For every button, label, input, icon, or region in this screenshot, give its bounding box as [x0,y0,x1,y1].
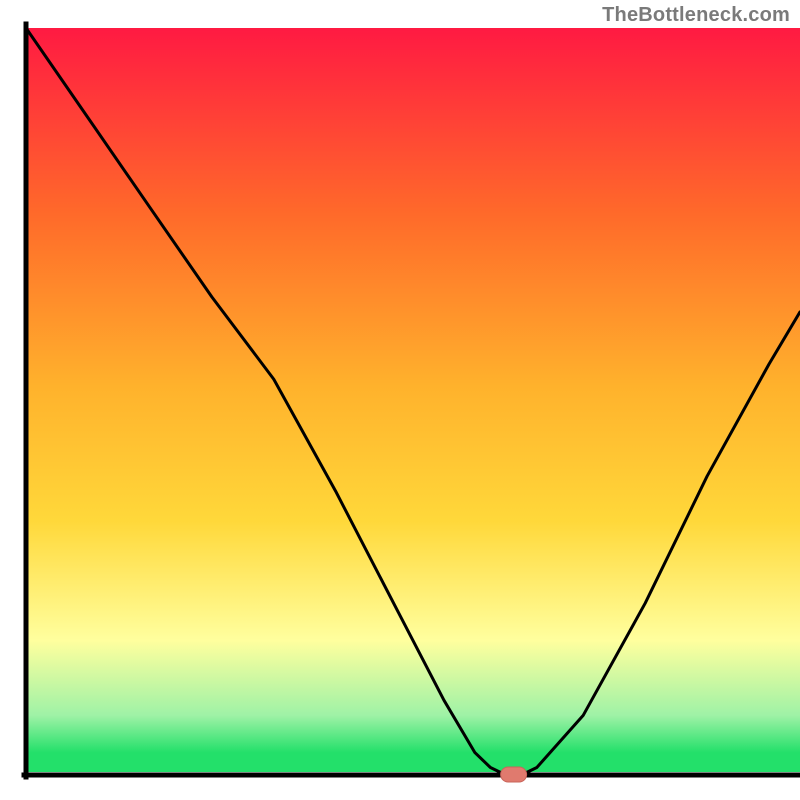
optimal-marker [501,767,527,782]
chart-container: TheBottleneck.com [0,0,800,800]
plot-area [24,24,800,782]
attribution-label: TheBottleneck.com [602,4,790,27]
bottleneck-chart [0,0,800,800]
gradient-background [26,28,800,775]
